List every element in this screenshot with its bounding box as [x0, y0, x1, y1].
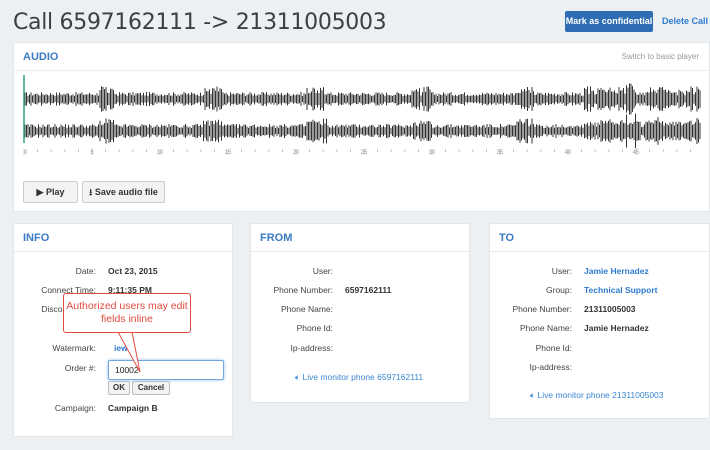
to-phone-name-row: Phone Name: Jamie Hernadez	[490, 321, 710, 335]
to-heading: TO	[490, 224, 709, 252]
audio-panel: AUDIO Switch to basic player 0 5 10 15 20 25 3…	[13, 42, 710, 212]
speaker-icon: 🔈︎	[530, 390, 536, 400]
waveform-channel-1	[24, 83, 701, 115]
from-phone-id-row: Phone Id:	[251, 321, 471, 335]
play-icon: ▶	[36, 187, 44, 197]
from-user-row: User:	[251, 264, 471, 278]
from-live-monitor-link[interactable]: 🔈︎ Live monitor phone 6597162111	[295, 372, 423, 383]
from-user-label: User:	[312, 266, 333, 276]
waveform-channel-2	[24, 113, 701, 149]
audio-waveform[interactable]: 0 5 10 15 20 25 30 35 40 45	[23, 73, 703, 173]
to-phone-name-value: Jamie Hernadez	[584, 323, 649, 333]
speaker-icon: 🔈︎	[295, 372, 301, 382]
to-live-monitor-label: Live monitor phone 21311005003	[537, 390, 664, 400]
timeline-tick-label: 5	[90, 150, 94, 156]
to-group-link[interactable]: Technical Support	[584, 283, 658, 297]
to-user-row: User: Jamie Hernadez	[490, 264, 710, 278]
mark-confidential-button[interactable]: Mark as confidential	[565, 11, 653, 32]
timeline-tick-label: 10	[157, 150, 164, 156]
watermark-label: Watermark:	[52, 343, 96, 353]
switch-player-link[interactable]: Switch to basic player	[622, 43, 699, 71]
from-live-monitor-label: Live monitor phone 6597162111	[302, 372, 424, 382]
page-title: Call 6597162111 -> 21311005003	[13, 10, 387, 35]
to-group-row: Group: Technical Support	[490, 283, 710, 297]
download-icon: ⭳	[89, 187, 93, 197]
to-ip-row: Ip-address:	[490, 360, 710, 374]
timeline-tick-label: 35	[497, 150, 504, 156]
date-row: Date: Oct 23, 2015	[14, 264, 234, 278]
campaign-row: Campaign: Campaign B	[14, 401, 234, 415]
from-heading: FROM	[251, 224, 469, 252]
to-phone-number-row: Phone Number: 21311005003	[490, 302, 710, 316]
to-group-label: Group:	[546, 285, 572, 295]
play-button[interactable]: ▶ Play	[23, 181, 78, 203]
save-audio-button[interactable]: ⭳ Save audio file	[82, 181, 165, 203]
to-panel: TO User: Jamie Hernadez Group: Technical…	[489, 223, 710, 419]
timeline-tick-label: 15	[225, 150, 232, 156]
to-phone-number-value: 21311005003	[584, 304, 636, 314]
to-ip-label: Ip-address:	[529, 362, 572, 372]
info-heading: INFO	[14, 224, 232, 252]
from-phone-name-label: Phone Name:	[281, 304, 333, 314]
watermark-view-link[interactable]: iew	[114, 341, 128, 355]
audio-heading-label: AUDIO	[23, 51, 59, 63]
from-ip-row: Ip-address:	[251, 341, 471, 355]
audio-heading: AUDIO Switch to basic player	[14, 43, 709, 71]
play-label: Play	[45, 187, 65, 197]
date-label: Date:	[75, 266, 96, 276]
timeline-tick-label: 40	[565, 150, 572, 156]
from-panel: FROM User: Phone Number: 6597162111 Phon…	[250, 223, 470, 403]
watermark-row: Watermark: iew	[14, 341, 234, 355]
from-phone-number-label: Phone Number:	[273, 285, 333, 295]
delete-call-link[interactable]: Delete Call	[662, 11, 708, 32]
to-phone-id-row: Phone Id:	[490, 341, 710, 355]
inline-edit-callout: Authorized users may edit fields inline	[63, 293, 191, 333]
to-phone-name-label: Phone Name:	[520, 323, 572, 333]
cancel-button[interactable]: Cancel	[132, 381, 170, 395]
timeline-tick-label: 30	[429, 150, 436, 156]
from-phone-number-value: 6597162111	[345, 285, 392, 295]
from-phone-name-row: Phone Name:	[251, 302, 471, 316]
from-phone-number-row: Phone Number: 6597162111	[251, 283, 471, 297]
timeline-tick-label: 20	[293, 150, 300, 156]
to-phone-id-label: Phone Id:	[535, 343, 572, 353]
from-phone-id-label: Phone Id:	[296, 323, 333, 333]
to-live-monitor-link[interactable]: 🔈︎ Live monitor phone 21311005003	[530, 390, 664, 401]
to-user-label: User:	[551, 266, 572, 276]
timeline-tick-label: 25	[361, 150, 368, 156]
from-ip-label: Ip-address:	[290, 343, 333, 353]
to-phone-number-label: Phone Number:	[512, 304, 572, 314]
order-label: Order #:	[64, 363, 96, 373]
date-value: Oct 23, 2015	[108, 266, 158, 276]
campaign-value[interactable]: Campaign B	[108, 401, 158, 415]
timeline-ticks: 0 5 10 15 20 25 30 35 40 45	[23, 149, 691, 156]
save-audio-label: Save audio file	[94, 187, 158, 197]
order-number-input[interactable]: 10002	[108, 360, 224, 380]
to-user-link[interactable]: Jamie Hernadez	[584, 264, 649, 278]
timeline-tick-label: 0	[24, 150, 28, 156]
ok-button[interactable]: OK	[108, 381, 130, 395]
campaign-label: Campaign:	[54, 403, 96, 413]
timeline-tick-label: 45	[633, 150, 640, 156]
